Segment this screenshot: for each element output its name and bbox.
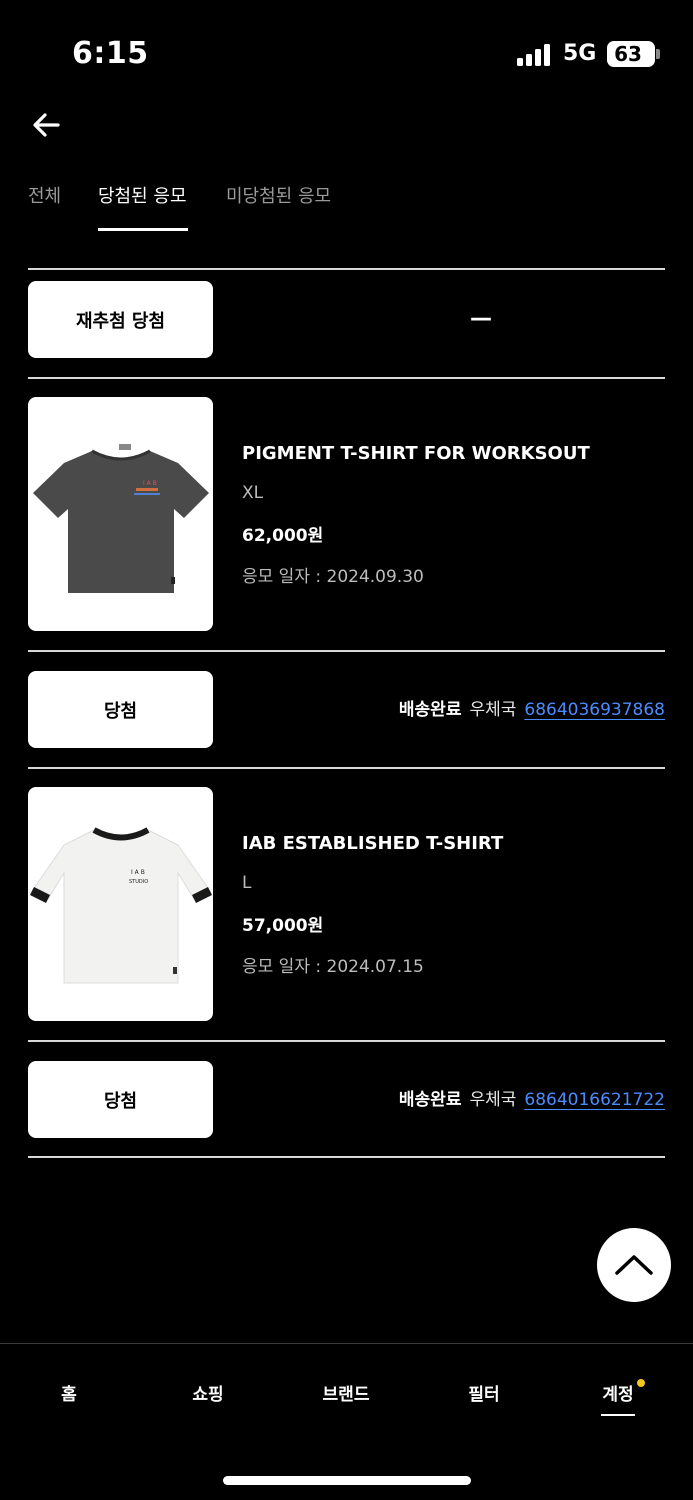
nav-brand[interactable]: 브랜드	[323, 1380, 370, 1405]
divider	[28, 1040, 665, 1042]
page: 6:15 5G 63 전체 당첨된 응모 미당첨된 응모 재추첨 당첨 — I …	[0, 0, 693, 1500]
back-button[interactable]	[28, 106, 68, 146]
product-name[interactable]: IAB ESTABLISHED T-SHIRT	[242, 833, 503, 854]
status-bar: 6:15 5G 63	[0, 0, 693, 100]
product-size: XL	[242, 483, 264, 503]
redraw-value: —	[470, 306, 492, 331]
delivery-status: 배송완료	[398, 1090, 462, 1110]
tab-won[interactable]: 당첨된 응모	[98, 182, 187, 208]
battery-icon: 63	[607, 41, 655, 67]
active-tab-underline	[98, 228, 188, 231]
delivery-info: 배송완료 우체국 6864016621722	[399, 1085, 665, 1110]
redraw-win-button[interactable]: 재추첨 당첨	[28, 281, 213, 358]
tracking-number-link[interactable]: 6864036937868	[524, 700, 665, 720]
divider	[28, 377, 665, 379]
win-result-button[interactable]: 당첨	[28, 1061, 213, 1138]
chevron-up-icon	[615, 1255, 653, 1275]
nav-account[interactable]: 계정	[602, 1380, 633, 1405]
delivery-info: 배송완료 우체국 6864036937868	[399, 695, 665, 720]
product-image[interactable]: I A B STUDIO	[28, 787, 213, 1021]
delivery-status: 배송완료	[398, 700, 462, 720]
tracking-number-link[interactable]: 6864016621722	[524, 1090, 665, 1110]
nav-home[interactable]: 홈	[61, 1380, 77, 1405]
notification-dot-icon	[637, 1379, 645, 1387]
clock: 6:15	[72, 36, 149, 71]
entry-date: 응모 일자 : 2024.07.15	[242, 957, 424, 977]
carrier-name: 우체국	[469, 1090, 517, 1110]
product-price: 57,000원	[242, 916, 324, 936]
divider	[28, 1156, 665, 1158]
scroll-to-top-button[interactable]	[597, 1228, 671, 1302]
svg-text:STUDIO: STUDIO	[129, 879, 148, 885]
win-result-button[interactable]: 당첨	[28, 671, 213, 748]
battery-cap	[656, 49, 660, 59]
tab-not-won[interactable]: 미당첨된 응모	[226, 182, 331, 208]
divider	[28, 767, 665, 769]
active-nav-underline	[601, 1414, 635, 1416]
tab-all[interactable]: 전체	[28, 182, 61, 208]
carrier-name: 우체국	[469, 700, 517, 720]
battery-level: 63	[614, 42, 642, 66]
product-price: 62,000원	[242, 526, 324, 546]
network-type: 5G	[563, 41, 597, 66]
svg-text:I A B: I A B	[131, 869, 145, 876]
svg-text:I A B: I A B	[143, 480, 157, 487]
home-indicator	[223, 1476, 471, 1485]
signal-icon	[517, 44, 553, 66]
entry-date: 응모 일자 : 2024.09.30	[242, 567, 424, 587]
tshirt-dark-image: I A B	[33, 444, 209, 593]
product-size: L	[242, 873, 252, 893]
nav-filter[interactable]: 필터	[468, 1380, 499, 1405]
product-image[interactable]: I A B	[28, 397, 213, 631]
back-arrow-icon	[33, 113, 60, 137]
nav-shopping[interactable]: 쇼핑	[192, 1380, 223, 1405]
product-name[interactable]: PIGMENT T-SHIRT FOR WORKSOUT	[242, 443, 590, 464]
divider	[28, 650, 665, 652]
tshirt-white-image: I A B STUDIO	[29, 827, 213, 984]
divider	[28, 268, 665, 270]
